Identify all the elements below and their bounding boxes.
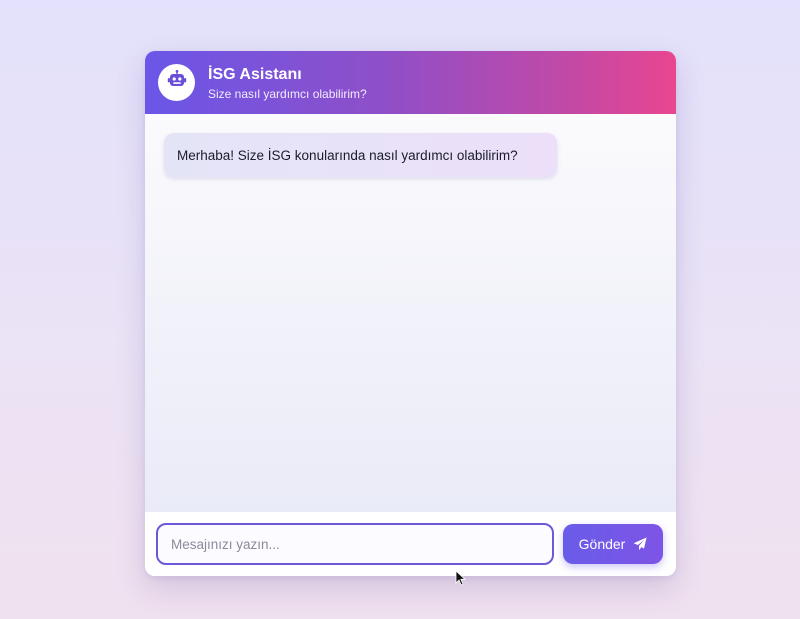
chat-header: İSG Asistanı Size nasıl yardımcı olabili…: [145, 51, 676, 114]
assistant-avatar: [158, 64, 195, 101]
message-input[interactable]: [156, 523, 554, 565]
chat-window: İSG Asistanı Size nasıl yardımcı olabili…: [145, 51, 676, 576]
message-list[interactable]: Merhaba! Size İSG konularında nasıl yard…: [145, 114, 676, 511]
assistant-subtitle: Size nasıl yardımcı olabilirim?: [208, 87, 367, 101]
mouse-cursor-icon: [455, 570, 467, 586]
composer-bar: Gönder: [145, 511, 676, 576]
send-button-label: Gönder: [578, 536, 626, 552]
paper-plane-icon: [633, 537, 647, 551]
robot-icon: [167, 69, 187, 95]
bot-message: Merhaba! Size İSG konularında nasıl yard…: [164, 133, 557, 177]
assistant-title: İSG Asistanı: [208, 66, 302, 83]
send-button[interactable]: Gönder: [563, 524, 663, 564]
